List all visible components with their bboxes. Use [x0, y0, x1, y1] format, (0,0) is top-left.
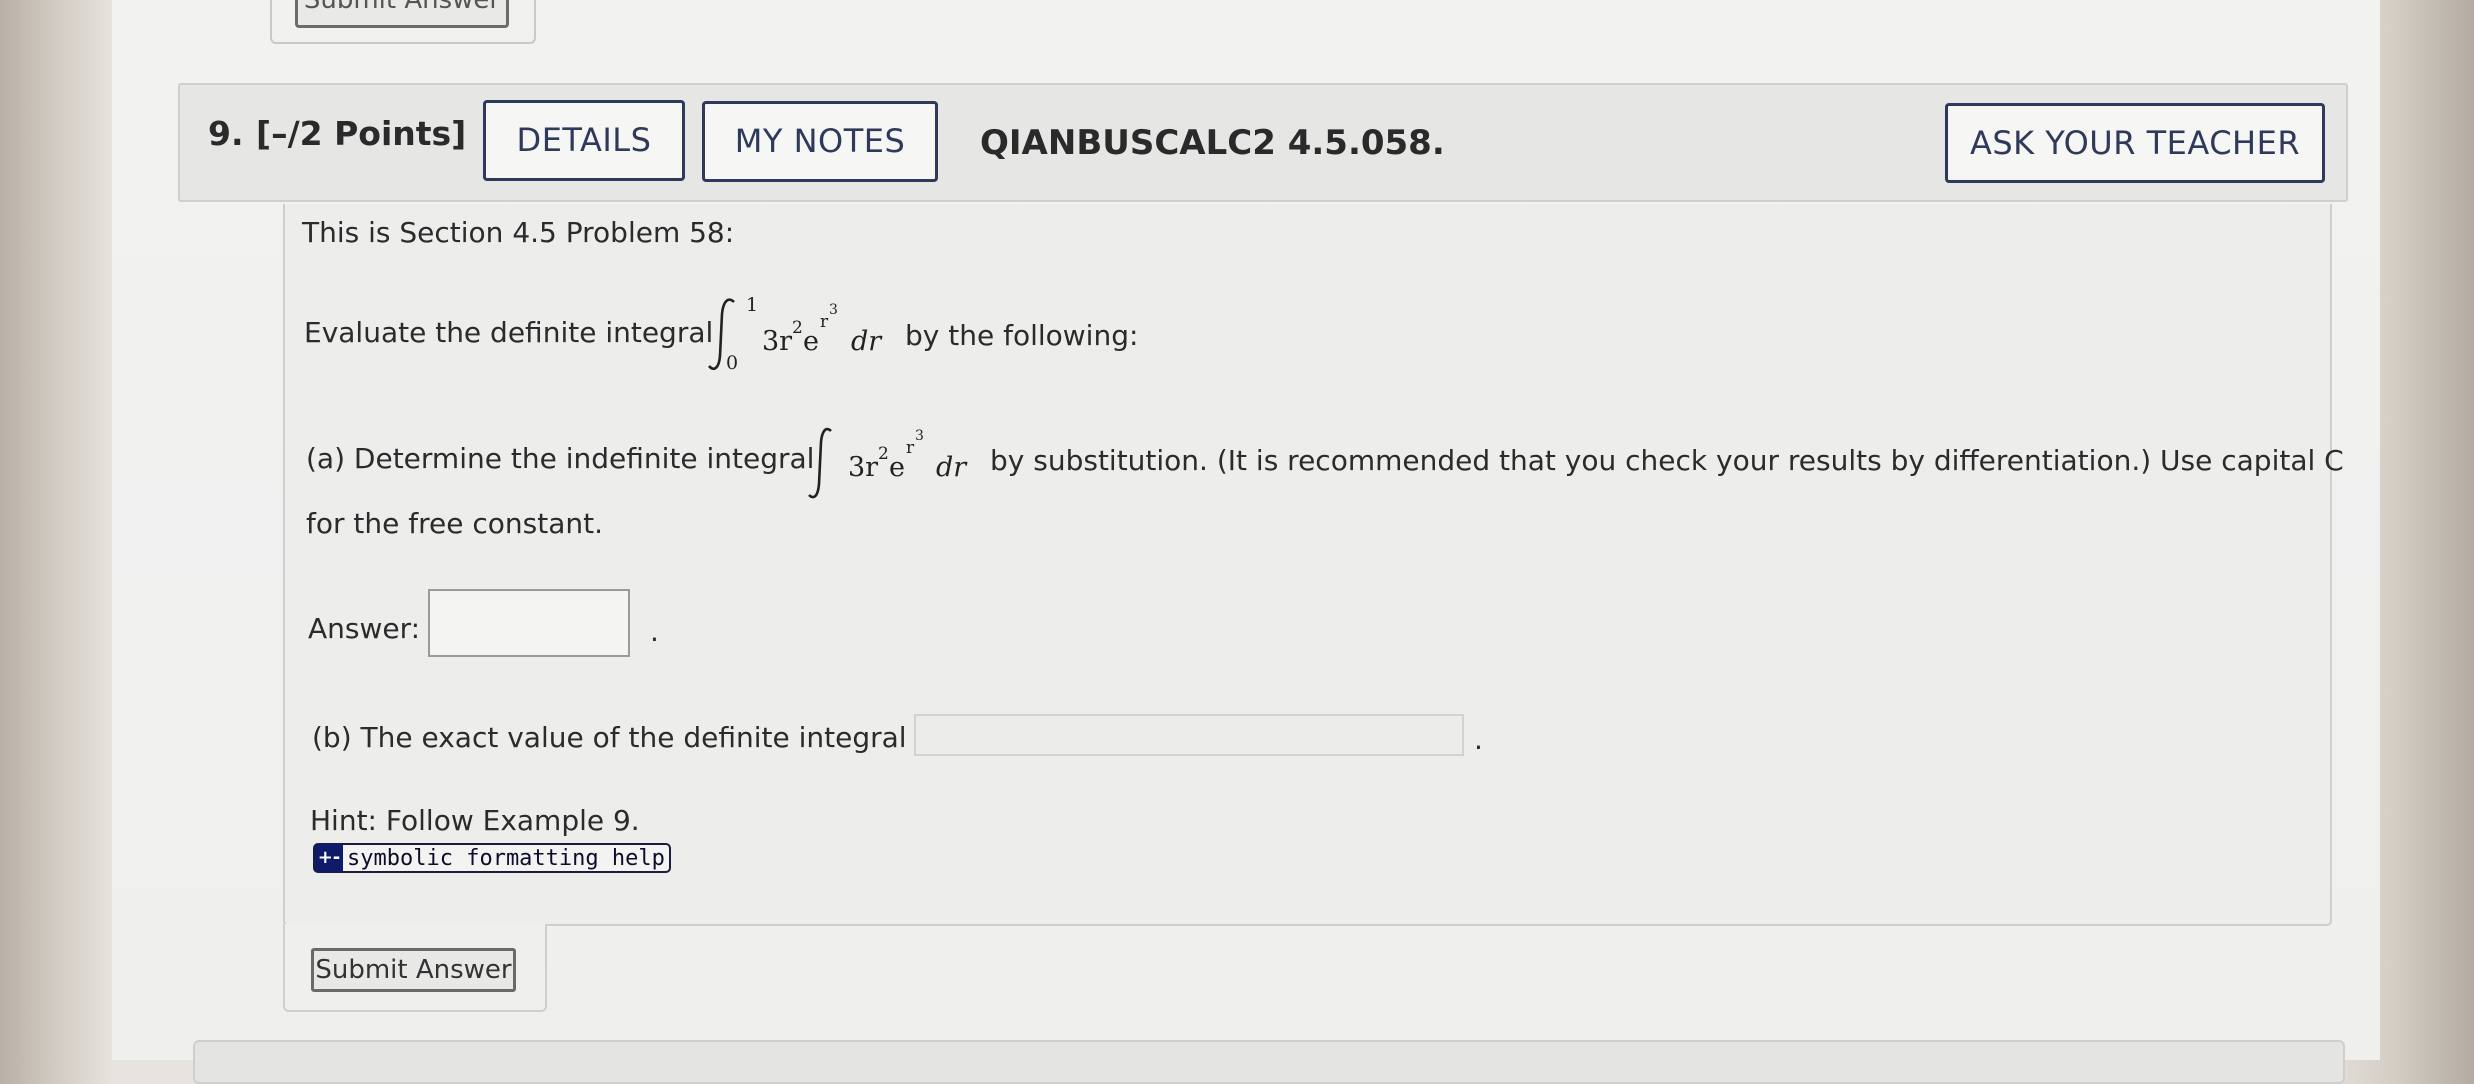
details-button[interactable]: DETAILS	[483, 100, 685, 181]
integral-sign-icon	[808, 427, 832, 499]
symbolic-formatting-help-link[interactable]: +- symbolic formatting help	[313, 843, 671, 873]
previous-submit-answer-button[interactable]: Submit Answer	[295, 0, 509, 28]
part-b-text: (b) The exact value of the definite inte…	[312, 721, 938, 754]
answer-b-input[interactable]	[914, 714, 1464, 756]
integrand-coef: 3r	[762, 326, 793, 357]
part-a-suffix: by substitution. (It is recommended that…	[990, 444, 2344, 477]
integrand-square: 2	[792, 318, 803, 338]
hint-text: Hint: Follow Example 9.	[310, 804, 640, 837]
part-a-prefix: (a) Determine the indefinite integral	[306, 442, 815, 475]
answer-label: Answer:	[308, 612, 421, 645]
help-link-label: symbolic formatting help	[347, 845, 665, 871]
upper-limit: 1	[746, 294, 759, 316]
integrand-e: e	[803, 326, 819, 357]
my-notes-button[interactable]: MY NOTES	[702, 101, 938, 182]
integrand-e: e	[889, 452, 905, 483]
part-a-line2: for the free constant.	[306, 507, 603, 540]
exponent-base: r	[820, 312, 829, 332]
problem-intro: This is Section 4.5 Problem 58:	[302, 216, 735, 249]
lower-limit: 0	[726, 352, 739, 374]
integrand-square: 2	[878, 444, 889, 464]
ask-your-teacher-button[interactable]: ASK YOUR TEACHER	[1945, 103, 2325, 183]
answer-a-period: .	[650, 615, 659, 648]
next-question-card	[193, 1040, 2345, 1084]
integrand-coef: 3r	[848, 452, 879, 483]
question-points: [–/2 Points]	[256, 114, 467, 153]
question-number: 9.	[208, 114, 244, 153]
differential: dr	[851, 326, 882, 357]
submit-answer-button[interactable]: Submit Answer	[311, 948, 516, 992]
evaluate-suffix: by the following:	[905, 319, 1139, 352]
question-code: QIANBUSCALC2 4.5.058.	[980, 123, 1445, 163]
exponent-base: r	[906, 438, 915, 458]
differential: dr	[936, 452, 967, 483]
answer-a-input[interactable]	[428, 589, 630, 657]
plus-minus-icon: +-	[315, 844, 343, 872]
evaluate-prefix: Evaluate the definite integral	[304, 316, 714, 349]
answer-b-period: .	[1474, 723, 1483, 756]
exponent-power: 3	[915, 428, 924, 444]
exponent-power: 3	[829, 302, 838, 318]
